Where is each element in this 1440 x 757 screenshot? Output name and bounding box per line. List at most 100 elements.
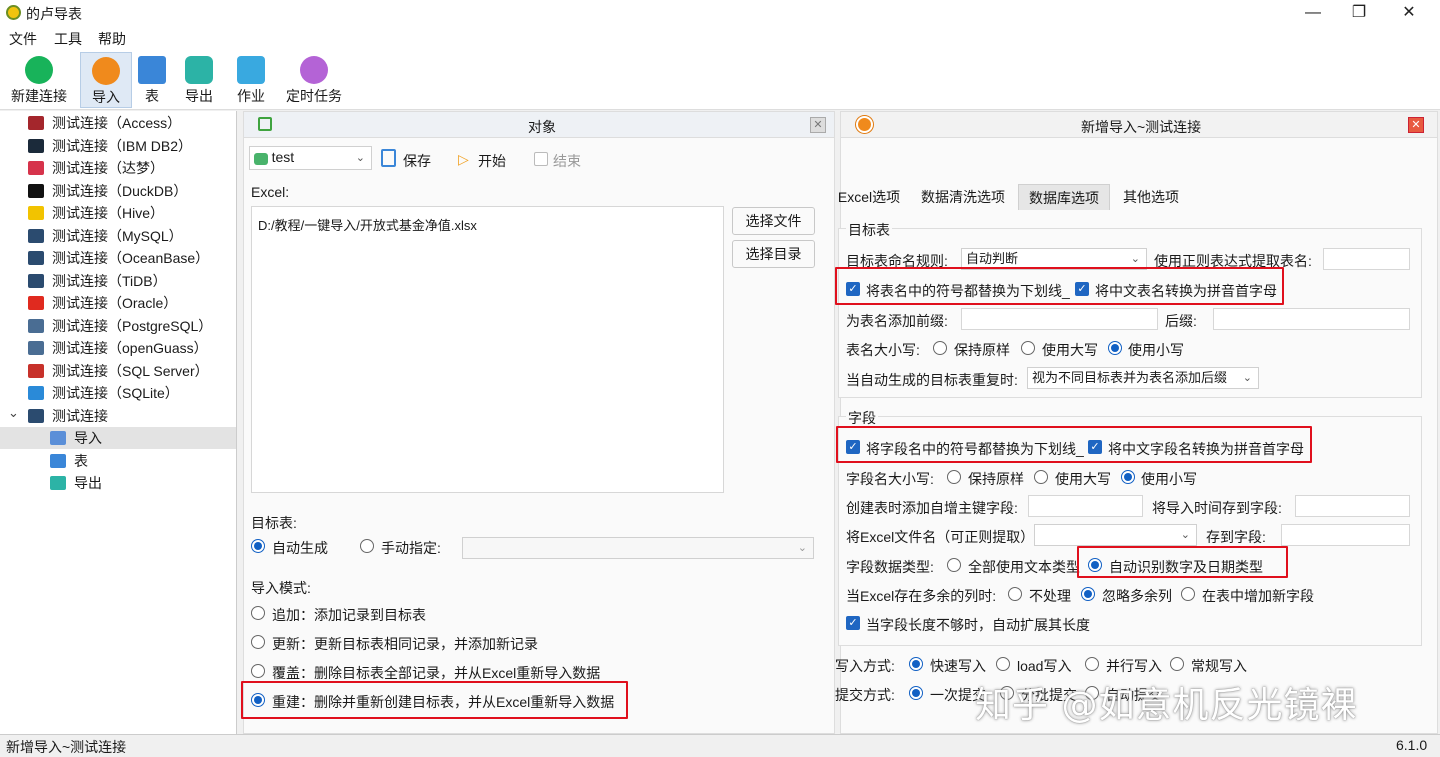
close-button[interactable]: ✕ xyxy=(1386,0,1432,26)
excel-path-box[interactable]: D:/教程/一键导入/开放式基金净值.xlsx xyxy=(251,206,724,493)
pk-input[interactable] xyxy=(1028,495,1143,517)
tab-other-options[interactable]: 其他选项 xyxy=(1116,184,1186,210)
target-table-group-title: 目标表 xyxy=(846,220,892,240)
tree-connection-item[interactable]: 测试连接（达梦） xyxy=(0,157,236,179)
tree-connection-item[interactable]: 测试连接（openGuass） xyxy=(0,337,236,359)
commit-mode-label: 提交方式: xyxy=(835,687,895,703)
mode-update-radio[interactable] xyxy=(251,635,265,649)
export-button[interactable]: 导出 xyxy=(180,52,218,108)
tree-connection-label: 测试连接（Access） xyxy=(52,115,182,131)
tree-connection-item[interactable]: 测试连接 ⌄ xyxy=(0,405,236,427)
ignore-columns-label: 忽略多余列 xyxy=(1102,588,1172,604)
filename-select[interactable]: ⌄ xyxy=(1034,524,1197,546)
import-button[interactable]: 导入 xyxy=(80,52,132,108)
table-label: 表 xyxy=(145,88,159,104)
suffix-label: 后缀: xyxy=(1165,313,1197,329)
tree-connection-item[interactable]: 测试连接（TiDB） xyxy=(0,270,236,292)
manual-specify-radio[interactable] xyxy=(360,539,374,553)
expand-chevron-icon[interactable]: ⌄ xyxy=(8,402,19,424)
database-select[interactable]: test ⌄ xyxy=(249,146,372,170)
start-button[interactable]: 开始 xyxy=(478,151,506,171)
write-fast-radio[interactable] xyxy=(909,657,923,671)
import-time-input[interactable] xyxy=(1295,495,1410,517)
mode-append-radio[interactable] xyxy=(251,606,265,620)
import-label: 导入 xyxy=(92,89,120,105)
duplicate-select[interactable]: 视为不同目标表并为表名添加后缀 ⌄ xyxy=(1027,367,1259,389)
import-panel-close-icon[interactable]: ✕ xyxy=(1408,117,1424,133)
save-button[interactable]: 保存 xyxy=(403,151,431,171)
highlight-box xyxy=(835,267,1284,305)
tree-child-item[interactable]: 导出 xyxy=(0,472,236,494)
tree-connection-label: 测试连接（MySQL） xyxy=(52,227,183,244)
tab-cleaning-options[interactable]: 数据清洗选项 xyxy=(914,184,1012,210)
database-icon xyxy=(28,183,44,198)
maximize-button[interactable]: ❐ xyxy=(1336,0,1382,26)
minimize-button[interactable]: — xyxy=(1290,0,1336,26)
tree-connection-item[interactable]: 测试连接（MySQL） xyxy=(0,225,236,247)
new-connection-label: 新建连接 xyxy=(11,88,67,104)
menu-help[interactable]: 帮助 xyxy=(98,29,126,49)
all-text-radio[interactable] xyxy=(947,558,961,572)
field-case-lower-radio[interactable] xyxy=(1121,470,1135,484)
import-panel-title: 新增导入~测试连接 xyxy=(1081,119,1202,135)
field-group-title: 字段 xyxy=(846,408,878,428)
mode-overwrite-radio[interactable] xyxy=(251,664,265,678)
tree-child-item[interactable]: 导入 xyxy=(0,427,236,449)
database-icon xyxy=(28,138,44,153)
ignore-columns-radio[interactable] xyxy=(1081,587,1095,601)
prefix-input[interactable] xyxy=(961,308,1158,330)
table-case-upper-radio[interactable] xyxy=(1021,341,1035,355)
window-title: 的卢导表 xyxy=(26,6,82,22)
menu-file[interactable]: 文件 xyxy=(9,29,37,49)
tree-connection-item[interactable]: 测试连接（Hive） xyxy=(0,202,236,224)
table-case-lower-radio[interactable] xyxy=(1108,341,1122,355)
auto-generate-radio[interactable] xyxy=(251,539,265,553)
job-button[interactable]: 作业 xyxy=(232,52,270,108)
no-handle-radio[interactable] xyxy=(1008,587,1022,601)
field-case-keep-radio[interactable] xyxy=(947,470,961,484)
target-table-label: 目标表: xyxy=(251,515,297,531)
table-case-keep-label: 保持原样 xyxy=(954,342,1010,358)
tree-child-item[interactable]: 表 xyxy=(0,450,236,472)
tree-connection-item[interactable]: 测试连接（PostgreSQL） xyxy=(0,315,236,337)
table-button[interactable]: 表 xyxy=(136,52,168,108)
commit-once-radio[interactable] xyxy=(909,686,923,700)
tree-connection-item[interactable]: 测试连接（IBM DB2） xyxy=(0,135,236,157)
write-load-radio[interactable] xyxy=(996,657,1010,671)
write-parallel-radio[interactable] xyxy=(1085,657,1099,671)
schedule-icon xyxy=(300,56,328,84)
choose-file-button[interactable]: 选择文件 xyxy=(732,207,815,235)
auto-expand-checkbox[interactable]: ✓ xyxy=(846,616,860,630)
add-field-radio[interactable] xyxy=(1181,587,1195,601)
end-checkbox[interactable] xyxy=(534,152,548,166)
regex-input[interactable] xyxy=(1323,248,1410,270)
auto-expand-label: 当字段长度不够时，自动扩展其长度 xyxy=(866,617,1090,633)
import-icon xyxy=(92,57,120,85)
tree-connection-item[interactable]: 测试连接（SQLite） xyxy=(0,382,236,404)
database-icon xyxy=(28,296,44,310)
store-field-input[interactable] xyxy=(1281,524,1410,546)
tree-child-icon xyxy=(50,453,66,468)
choose-dir-button[interactable]: 选择目录 xyxy=(732,240,815,268)
mode-update-label: 更新：更新目标表相同记录，并添加新记录 xyxy=(272,636,538,652)
menu-tools[interactable]: 工具 xyxy=(54,29,82,49)
tab-database-options[interactable]: 数据库选项 xyxy=(1018,184,1110,210)
tree-connection-item[interactable]: 测试连接（SQL Server） xyxy=(0,360,236,382)
tree-connection-label: 测试连接（DuckDB） xyxy=(52,182,188,199)
suffix-input[interactable] xyxy=(1213,308,1410,330)
write-normal-radio[interactable] xyxy=(1170,657,1184,671)
schedule-button[interactable]: 定时任务 xyxy=(284,52,344,108)
tab-excel-options[interactable]: Excel选项 xyxy=(829,184,909,210)
tree-child-icon xyxy=(50,431,66,445)
tree-connection-label: 测试连接 xyxy=(52,407,108,424)
new-connection-button[interactable]: 新建连接 xyxy=(6,52,72,108)
table-case-keep-radio[interactable] xyxy=(933,341,947,355)
tree-connection-item[interactable]: 测试连接（Access） xyxy=(0,112,236,134)
mode-append-label: 追加：添加记录到目标表 xyxy=(272,607,426,623)
field-case-upper-radio[interactable] xyxy=(1034,470,1048,484)
object-panel-close-icon[interactable]: ✕ xyxy=(810,117,826,133)
tree-connection-item[interactable]: 测试连接（Oracle） xyxy=(0,292,236,314)
tree-connection-item[interactable]: 测试连接（DuckDB） xyxy=(0,180,236,202)
manual-table-select[interactable]: ⌄ xyxy=(462,537,814,559)
tree-connection-item[interactable]: 测试连接（OceanBase） xyxy=(0,247,236,269)
